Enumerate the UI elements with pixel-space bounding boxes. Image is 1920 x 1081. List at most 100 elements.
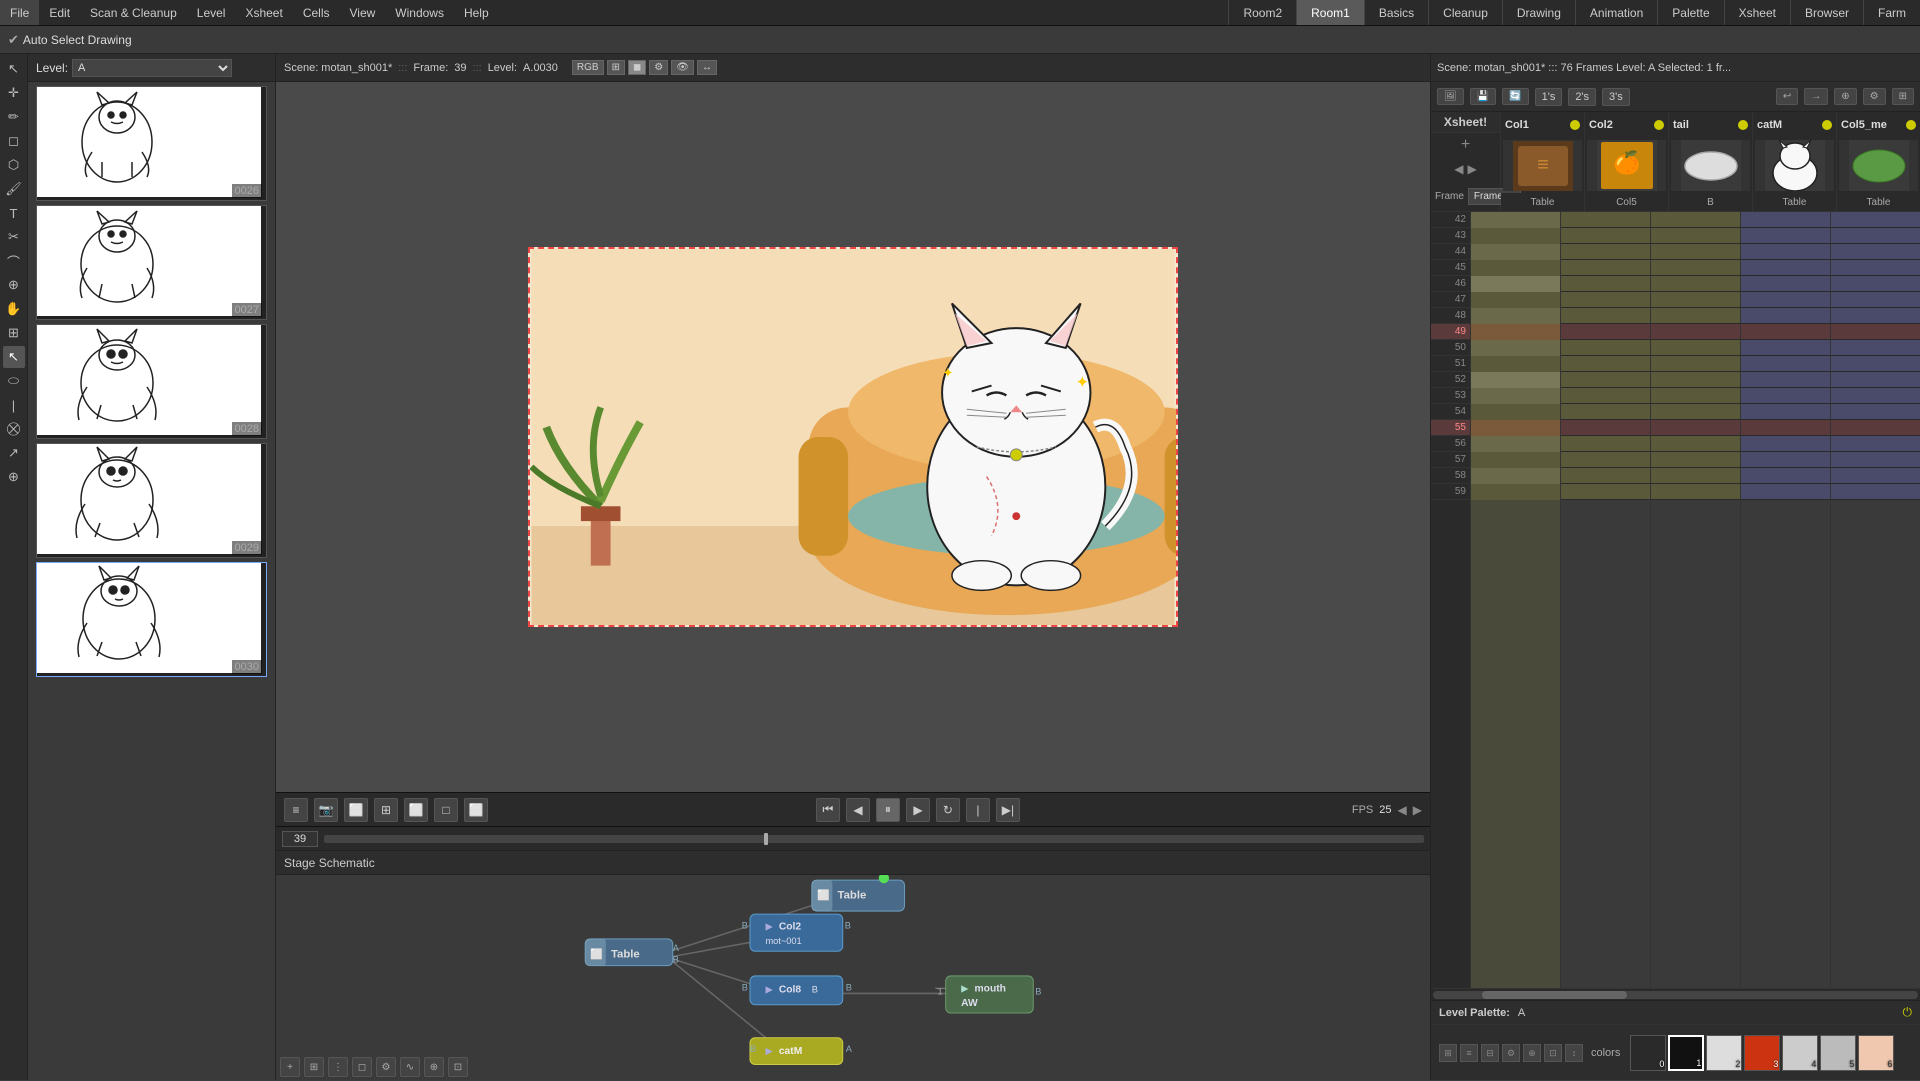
fps-up[interactable]: ▶ (1413, 803, 1422, 817)
swing-btn[interactable]: | (966, 798, 990, 822)
sch-settings-btn[interactable]: ⚙ (376, 1057, 396, 1077)
hamburger-btn[interactable]: ≡ (284, 798, 308, 822)
fc5-49[interactable] (1831, 324, 1920, 340)
catm-header[interactable]: catM (1753, 112, 1836, 138)
fc2-57[interactable] (1561, 452, 1650, 468)
fc4-52[interactable] (1741, 372, 1830, 388)
sch-dots-btn[interactable]: ⋮ (328, 1057, 348, 1077)
fc4-58[interactable] (1741, 468, 1830, 484)
bb-btn[interactable]: ⬜ (464, 798, 488, 822)
menu-file[interactable]: File (0, 0, 39, 25)
fc2-45[interactable] (1561, 260, 1650, 276)
tool-ik[interactable]: ⛒ (3, 418, 25, 440)
fc5-58[interactable] (1831, 468, 1920, 484)
fc1-58[interactable] (1471, 468, 1560, 484)
fc3-58[interactable] (1651, 468, 1740, 484)
fc1-43[interactable] (1471, 228, 1560, 244)
arrows-icon[interactable]: ↔ (697, 60, 717, 75)
fc1-56[interactable] (1471, 436, 1560, 452)
lp-tool-1[interactable]: ⊞ (1439, 1044, 1457, 1062)
fc2-58[interactable] (1561, 468, 1650, 484)
lp-tool-5[interactable]: ⊕ (1523, 1044, 1541, 1062)
fc4-49[interactable] (1741, 324, 1830, 340)
fc3-47[interactable] (1651, 292, 1740, 308)
sch-new-btn[interactable]: ◻ (352, 1057, 372, 1077)
swatch-1[interactable]: 1 (1668, 1035, 1704, 1071)
film-frame-0027[interactable]: 0027 (36, 205, 267, 320)
fc1-51[interactable] (1471, 356, 1560, 372)
swatch-3[interactable]: 3 (1744, 1035, 1780, 1071)
fc4-53[interactable] (1741, 388, 1830, 404)
room-xsheet[interactable]: Xsheet (1724, 0, 1790, 25)
color-icon[interactable]: ◼ (628, 60, 646, 75)
fc5-53[interactable] (1831, 388, 1920, 404)
col2-header[interactable]: Col2 (1585, 112, 1668, 138)
fc5-45[interactable] (1831, 260, 1920, 276)
fc2-44[interactable] (1561, 244, 1650, 260)
level-select[interactable]: A (72, 59, 232, 77)
fc2-54[interactable] (1561, 404, 1650, 420)
lp-power-icon[interactable]: ⏻ (1903, 1005, 1913, 1020)
fc3-56[interactable] (1651, 436, 1740, 452)
timing-3s[interactable]: 3's (1602, 88, 1630, 106)
scrubber-knob[interactable] (764, 833, 768, 845)
room-basics[interactable]: Basics (1364, 0, 1428, 25)
tool-rubber[interactable]: ⬭ (3, 370, 25, 392)
fc4-55[interactable] (1741, 420, 1830, 436)
xctl-icon7[interactable]: ⚙ (1863, 88, 1886, 105)
pause-btn[interactable]: ⏸ (876, 798, 900, 822)
skip-to-start-btn[interactable]: ⏮ (816, 798, 840, 822)
fc4-51[interactable] (1741, 356, 1830, 372)
fc5-43[interactable] (1831, 228, 1920, 244)
xctl-icon6[interactable]: ⊕ (1834, 88, 1856, 105)
fc4-57[interactable] (1741, 452, 1830, 468)
fc3-52[interactable] (1651, 372, 1740, 388)
prev-frame-btn[interactable]: ◀ (846, 798, 870, 822)
fc3-44[interactable] (1651, 244, 1740, 260)
fc2-46[interactable] (1561, 276, 1650, 292)
lp-tool-7[interactable]: ↕ (1565, 1044, 1583, 1062)
menu-level[interactable]: Level (187, 0, 236, 25)
fc1-44[interactable] (1471, 244, 1560, 260)
ratio-btn[interactable]: ⬜ (404, 798, 428, 822)
settings-icon[interactable]: ⚙ (649, 60, 668, 75)
sch-add-btn[interactable]: + (280, 1057, 300, 1077)
swatch-2[interactable]: 2 (1706, 1035, 1742, 1071)
fc1-46[interactable] (1471, 276, 1560, 292)
fc1-50[interactable] (1471, 340, 1560, 356)
rgb-icon[interactable]: RGB (572, 60, 604, 75)
fc2-59[interactable] (1561, 484, 1650, 500)
tool-brush[interactable]: ✏ (3, 106, 25, 128)
fc2-49[interactable] (1561, 324, 1650, 340)
tool-bend[interactable]: ⌒ (3, 250, 25, 272)
room-animation[interactable]: Animation (1575, 0, 1657, 25)
tool-zoom[interactable]: ⊕ (3, 274, 25, 296)
fc3-54[interactable] (1651, 404, 1740, 420)
fc3-48[interactable] (1651, 308, 1740, 324)
tool-camera-stand[interactable]: ⊞ (3, 322, 25, 344)
fc3-53[interactable] (1651, 388, 1740, 404)
lp-tool-2[interactable]: ≡ (1460, 1044, 1478, 1062)
xctl-icon5[interactable]: → (1804, 88, 1828, 105)
fc5-57[interactable] (1831, 452, 1920, 468)
room-farm[interactable]: Farm (1863, 0, 1920, 25)
film-frame-0028[interactable]: 0028 (36, 324, 267, 439)
fc1-53[interactable] (1471, 388, 1560, 404)
xctl-icon4[interactable]: ↩ (1776, 88, 1798, 105)
fc4-54[interactable] (1741, 404, 1830, 420)
fc1-49[interactable] (1471, 324, 1560, 340)
fc2-48[interactable] (1561, 308, 1650, 324)
fc5-54[interactable] (1831, 404, 1920, 420)
fc2-42[interactable] (1561, 212, 1650, 228)
room-room2[interactable]: Room2 (1228, 0, 1296, 25)
fc1-42[interactable] (1471, 212, 1560, 228)
fc5-46[interactable] (1831, 276, 1920, 292)
fc1-59[interactable] (1471, 484, 1560, 500)
loop-btn[interactable]: ↻ (936, 798, 960, 822)
tool-hand[interactable]: ✋ (3, 298, 25, 320)
xsheet-scrollbar[interactable] (1433, 991, 1918, 999)
next-frame-btn[interactable]: ▶| (996, 798, 1020, 822)
fc3-55[interactable] (1651, 420, 1740, 436)
fc1-47[interactable] (1471, 292, 1560, 308)
fc1-48[interactable] (1471, 308, 1560, 324)
